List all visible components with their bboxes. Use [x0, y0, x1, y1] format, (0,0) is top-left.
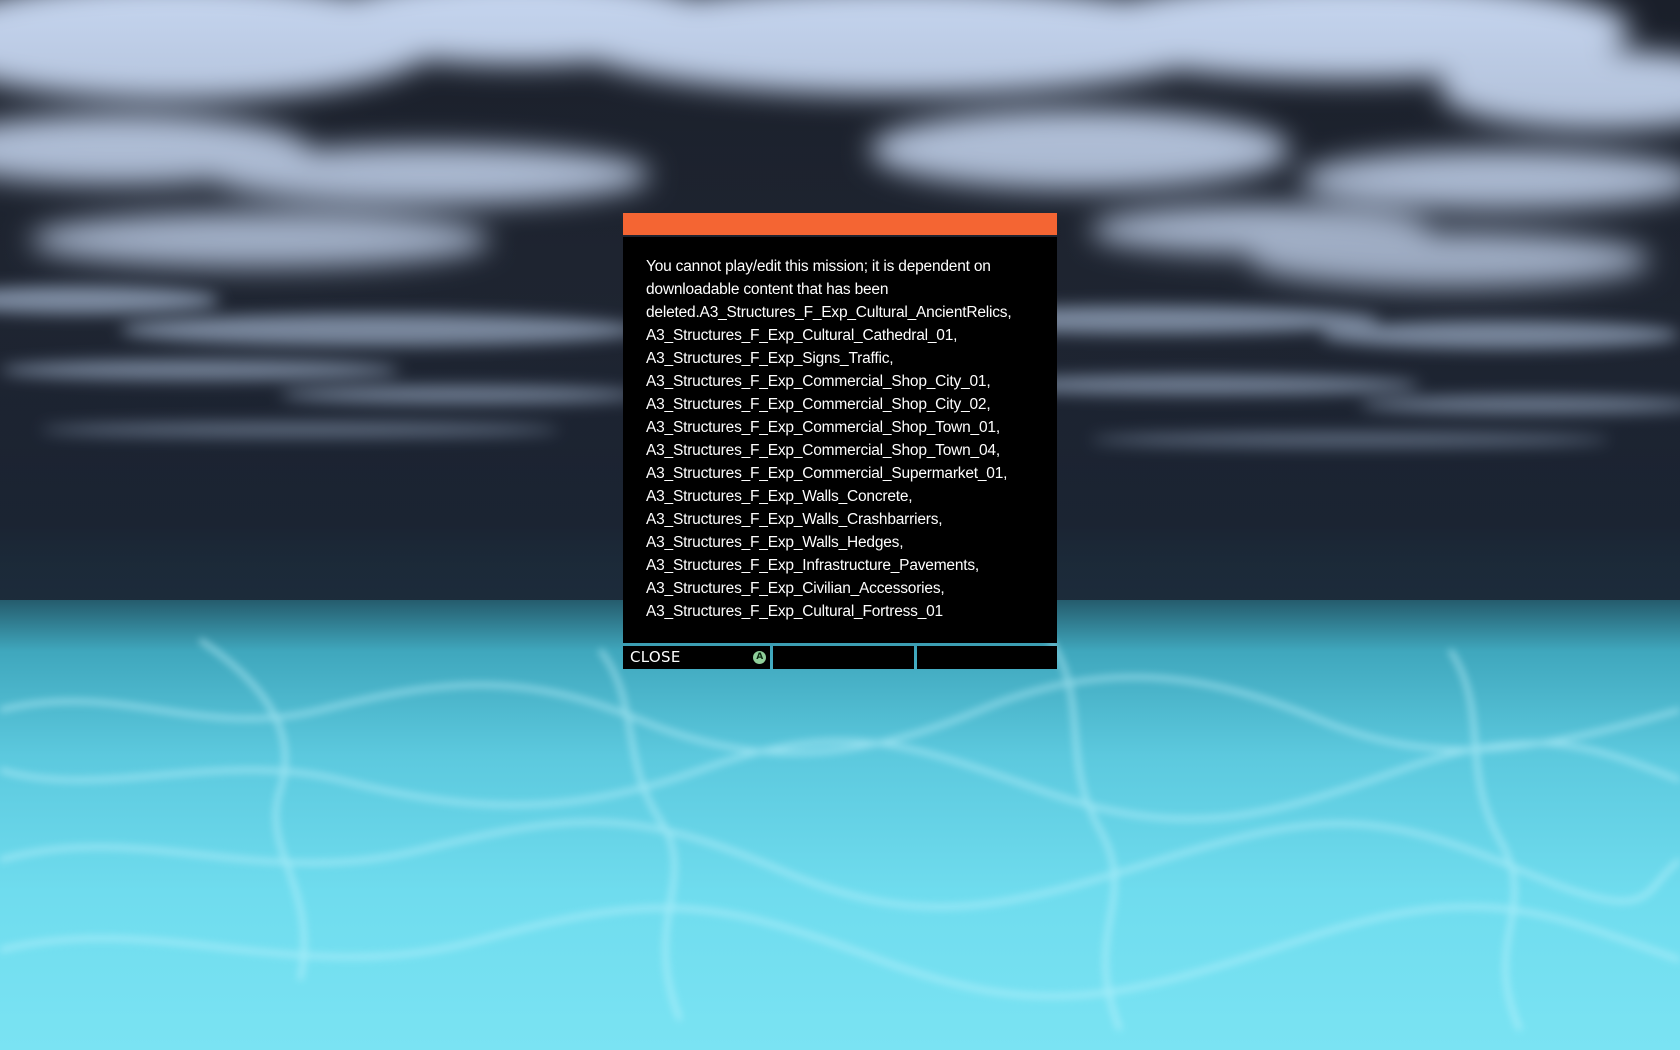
message-line: A3_Structures_F_Exp_Commercial_Shop_Town… [646, 419, 1000, 436]
message-line: A3_Structures_F_Exp_Commercial_Shop_City… [646, 373, 991, 390]
a-button-icon: A [753, 651, 767, 664]
error-dialog: You cannot play/edit this mission; it is… [623, 213, 1057, 669]
message-line: A3_Structures_F_Exp_Walls_Concrete, [646, 488, 913, 505]
message-line: A3_Structures_F_Exp_Civilian_Accessories… [646, 580, 945, 597]
message-line: downloadable content that has been [646, 281, 889, 298]
close-button[interactable]: CLOSE A [623, 646, 771, 669]
dialog-header-bar [623, 213, 1057, 235]
dialog-button-row: CLOSE A [623, 646, 1057, 669]
message-line: A3_Structures_F_Exp_Cultural_Cathedral_0… [646, 327, 958, 344]
dialog-message: You cannot play/edit this mission; it is… [623, 237, 1057, 643]
message-line: A3_Structures_F_Exp_Commercial_Shop_City… [646, 396, 991, 413]
message-line: A3_Structures_F_Exp_Infrastructure_Pavem… [646, 557, 980, 574]
message-line: A3_Structures_F_Exp_Signs_Traffic, [646, 350, 894, 367]
message-line: A3_Structures_F_Exp_Walls_Crashbarriers, [646, 511, 943, 528]
message-line: A3_Structures_F_Exp_Cultural_Fortress_01 [646, 603, 943, 620]
close-button-label: CLOSE [630, 648, 681, 666]
empty-button-slot-2 [773, 646, 914, 669]
background-scene: You cannot play/edit this mission; it is… [0, 0, 1680, 1050]
message-line: deleted.A3_Structures_F_Exp_Cultural_Anc… [646, 304, 1012, 321]
message-line: A3_Structures_F_Exp_Walls_Hedges, [646, 534, 904, 551]
message-line: You cannot play/edit this mission; it is… [646, 258, 991, 275]
message-line: A3_Structures_F_Exp_Commercial_Shop_Town… [646, 442, 1000, 459]
empty-button-slot-3 [916, 646, 1057, 669]
message-line: A3_Structures_F_Exp_Commercial_Supermark… [646, 465, 1008, 482]
